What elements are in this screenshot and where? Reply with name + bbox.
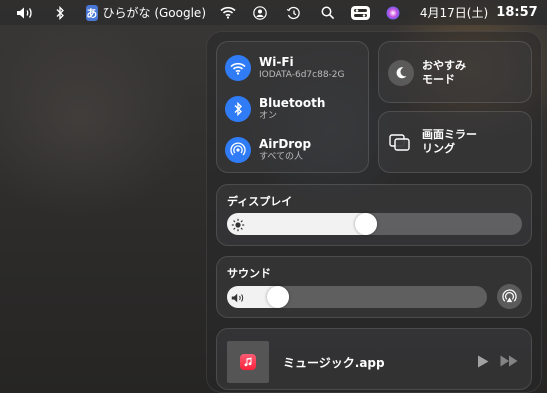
control-center-panel: Wi-Fi IODATA-6d7c88-2G Bluetooth オン AirD… — [206, 31, 542, 393]
wifi-icon[interactable] — [218, 0, 238, 25]
sound-module: サウンド — [216, 256, 532, 318]
airdrop-title: AirDrop — [259, 137, 312, 151]
next-track-button[interactable] — [500, 355, 518, 367]
airplay-audio-icon — [502, 289, 517, 303]
now-playing-module: ミュージック.app — [216, 328, 532, 390]
focus-label-line2: モード — [422, 73, 455, 86]
siri-icon[interactable] — [384, 0, 402, 25]
brightness-slider[interactable] — [227, 213, 522, 235]
moon-icon — [388, 60, 414, 86]
play-icon — [478, 355, 489, 368]
mirroring-label-line2: リング — [422, 142, 455, 155]
input-method-menu[interactable]: あ ひらがな (Google) — [86, 0, 206, 25]
play-button[interactable] — [477, 355, 489, 368]
airplay-audio-button[interactable] — [497, 284, 522, 309]
volume-knob[interactable] — [267, 286, 290, 308]
network-module: Wi-Fi IODATA-6d7c88-2G Bluetooth オン AirD… — [216, 41, 369, 173]
screen-mirroring-icon — [389, 134, 411, 156]
fast-forward-icon — [500, 355, 518, 367]
menubar-date[interactable]: 4月17日(土) — [416, 0, 492, 25]
menubar-time[interactable]: 18:57 — [495, 0, 539, 25]
music-app-icon — [240, 354, 256, 370]
bluetooth-icon — [225, 96, 251, 122]
input-method-label: ひらがな (Google) — [102, 6, 207, 20]
bluetooth-toggle[interactable]: Bluetooth オン — [225, 96, 325, 122]
wifi-toggle[interactable]: Wi-Fi IODATA-6d7c88-2G — [225, 55, 345, 81]
brightness-knob[interactable] — [355, 213, 378, 235]
sound-title: サウンド — [227, 267, 271, 280]
display-title: ディスプレイ — [227, 195, 293, 208]
volume-slider[interactable] — [227, 286, 487, 308]
brightness-icon — [231, 217, 245, 232]
speaker-icon — [231, 290, 245, 304]
wifi-title: Wi-Fi — [259, 55, 294, 69]
airdrop-status: すべての人 — [259, 152, 304, 162]
bluetooth-icon[interactable] — [52, 0, 68, 25]
volume-icon[interactable] — [14, 0, 36, 25]
bluetooth-status: オン — [259, 111, 278, 121]
wifi-icon — [225, 55, 251, 81]
airdrop-toggle[interactable]: AirDrop すべての人 — [225, 137, 311, 163]
display-module: ディスプレイ — [216, 184, 532, 246]
user-icon[interactable] — [251, 0, 269, 25]
airdrop-icon — [225, 137, 251, 163]
spotlight-icon[interactable] — [319, 0, 337, 25]
time-machine-icon[interactable] — [284, 0, 302, 25]
focus-label-line1: おやすみ — [422, 59, 466, 72]
wifi-network-name: IODATA-6d7c88-2G — [259, 70, 345, 80]
album-artwork[interactable] — [227, 341, 269, 383]
now-playing-app: ミュージック.app — [283, 356, 385, 370]
bluetooth-title: Bluetooth — [259, 96, 326, 110]
menu-bar: あ ひらがな (Google) 4月17日(土) 18:57 — [0, 0, 547, 25]
focus-mode-button[interactable]: おやすみ モード — [378, 41, 532, 103]
screen-mirroring-button[interactable]: 画面ミラー リング — [378, 111, 532, 173]
control-center-icon[interactable] — [349, 0, 371, 25]
input-method-icon: あ — [86, 4, 98, 21]
mirroring-label-line1: 画面ミラー — [422, 128, 477, 141]
